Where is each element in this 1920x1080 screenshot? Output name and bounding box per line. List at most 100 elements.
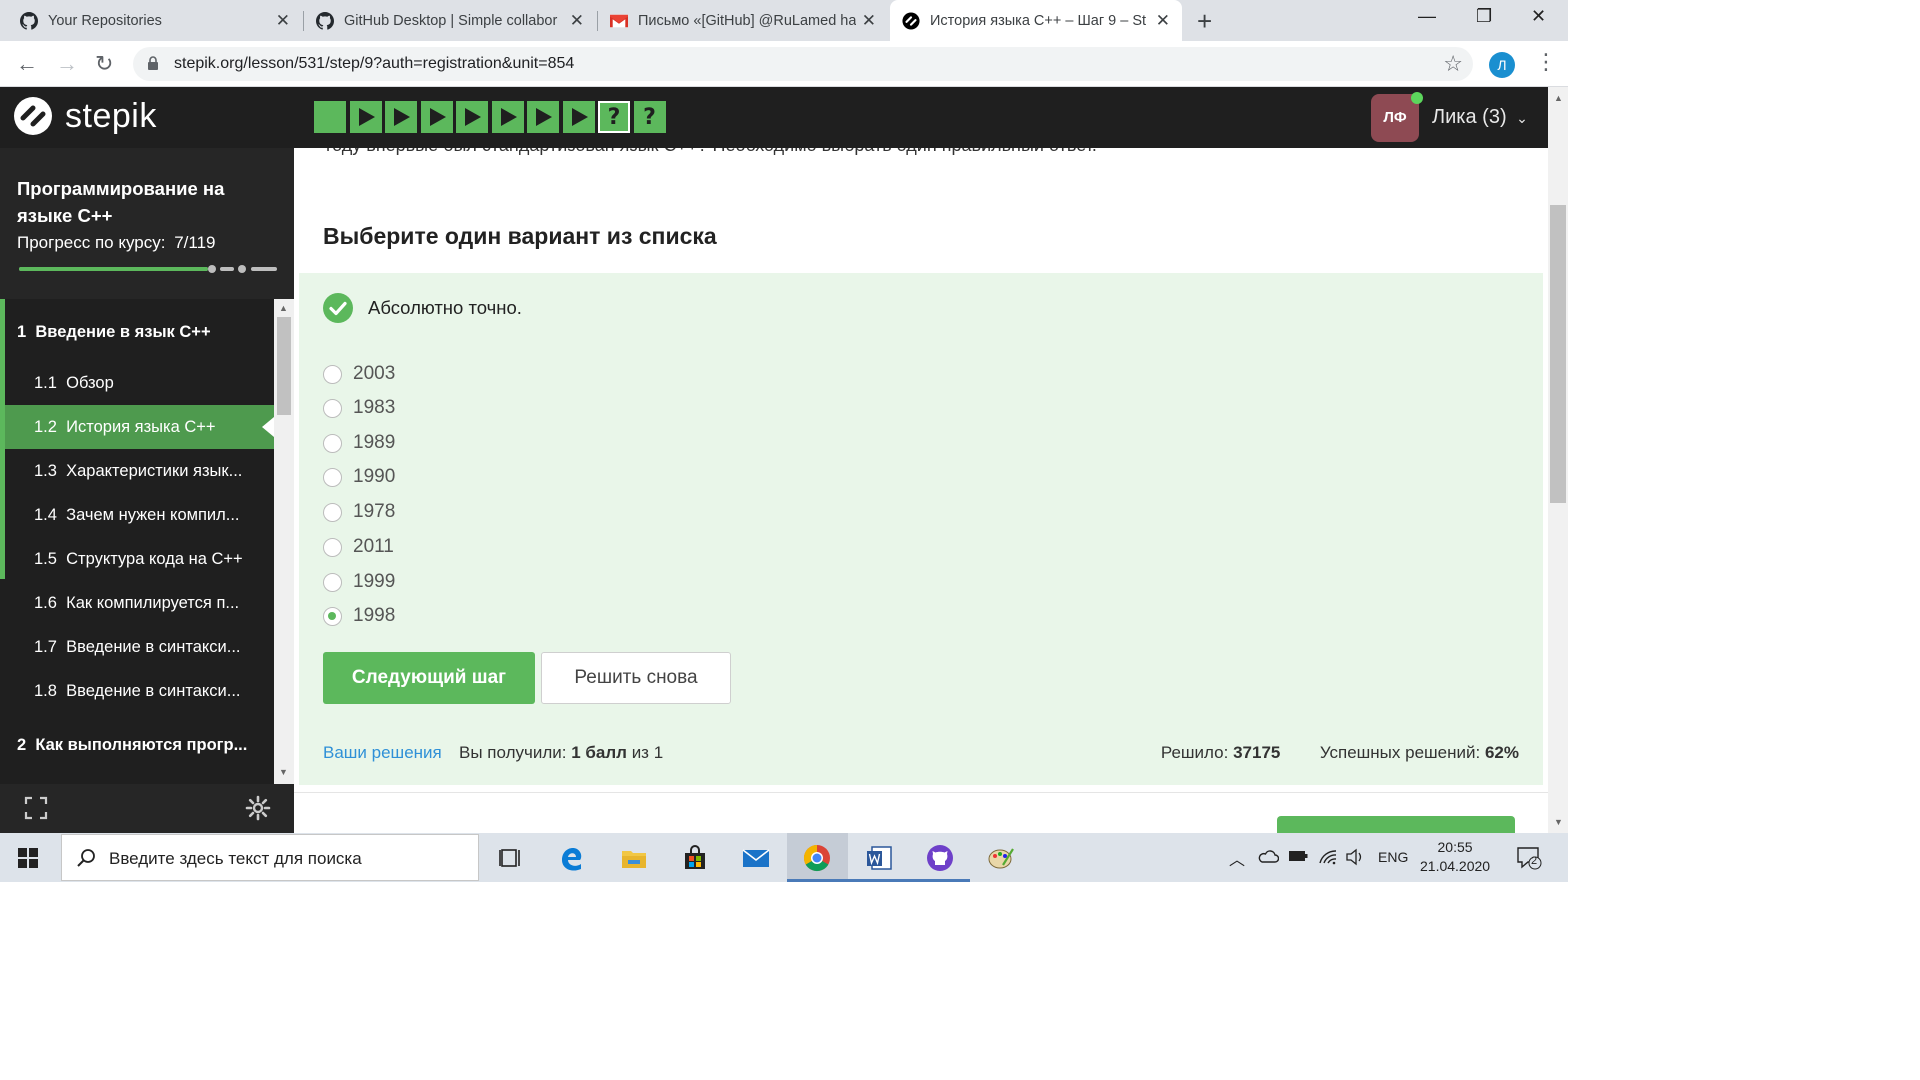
radio-button[interactable] xyxy=(323,433,342,453)
tab-your-repositories[interactable]: Your Repositories ✕ xyxy=(8,0,302,41)
tab-stepik-active[interactable]: История языка C++ – Шаг 9 – St ✕ xyxy=(890,0,1182,41)
option-1983[interactable]: 1983 xyxy=(323,397,395,419)
store-icon[interactable] xyxy=(680,843,710,873)
close-icon[interactable]: ✕ xyxy=(276,11,290,31)
step-2-button[interactable] xyxy=(349,101,382,133)
progress-marker xyxy=(208,265,216,273)
lesson-item-1-4[interactable]: 1.4 Зачем нужен компил... xyxy=(5,493,274,537)
option-1999[interactable]: 1999 xyxy=(323,571,395,593)
lesson-title: История языка C++ xyxy=(66,418,216,436)
taskbar-search[interactable]: Введите здесь текст для поиска xyxy=(61,834,479,881)
windows-start-icon[interactable] xyxy=(18,848,38,868)
scrollbar-thumb[interactable] xyxy=(1550,205,1566,503)
next-step-button[interactable]: Следующий шаг xyxy=(323,652,535,704)
step-3-button[interactable] xyxy=(385,101,417,133)
edge-icon[interactable] xyxy=(557,843,587,873)
back-icon[interactable]: ← xyxy=(16,51,38,77)
scroll-up-icon[interactable]: ▲ xyxy=(279,303,288,313)
reload-icon[interactable]: ↻ xyxy=(95,51,113,77)
course-title[interactable]: Программирование на языке C++ xyxy=(17,175,267,229)
onedrive-icon[interactable] xyxy=(1257,849,1279,863)
tab-gmail-letter[interactable]: Письмо «[GitHub] @RuLamed ha ✕ xyxy=(598,0,888,41)
chevron-up-icon[interactable]: ︿ xyxy=(1229,846,1245,870)
stepik-logo[interactable]: stepik xyxy=(13,96,157,136)
section-item-1[interactable]: 1 Введение в язык C++ xyxy=(5,306,274,358)
option-2011[interactable]: 2011 xyxy=(323,536,394,558)
option-2003[interactable]: 2003 xyxy=(323,363,395,385)
sidebar-scrollbar[interactable]: ▲ ▼ xyxy=(274,299,294,784)
progress-fill xyxy=(19,267,208,271)
scroll-down-icon[interactable]: ▼ xyxy=(1554,817,1563,827)
github-desktop-icon[interactable] xyxy=(925,843,955,873)
radio-button[interactable] xyxy=(323,398,342,418)
user-menu[interactable]: Лика (3) ⌄ xyxy=(1432,106,1528,129)
browser-menu-icon[interactable]: ⋮ xyxy=(1535,49,1557,75)
section-number: 2 xyxy=(17,736,27,754)
lesson-item-1-6[interactable]: 1.6 Как компилируется п... xyxy=(5,581,274,625)
language-indicator[interactable]: ENG xyxy=(1378,849,1408,865)
tab-github-desktop[interactable]: GitHub Desktop | Simple collabor ✕ xyxy=(304,0,596,41)
gear-icon[interactable] xyxy=(245,795,271,821)
option-1989[interactable]: 1989 xyxy=(323,432,395,454)
step-6-button[interactable] xyxy=(491,101,524,133)
option-1998[interactable]: 1998 xyxy=(323,605,395,627)
close-icon[interactable]: ✕ xyxy=(1156,11,1170,31)
step-8-button[interactable] xyxy=(562,101,595,133)
lesson-item-1-3[interactable]: 1.3 Характеристики язык... xyxy=(5,449,274,493)
radio-button[interactable] xyxy=(323,467,342,487)
close-icon[interactable]: ✕ xyxy=(862,11,876,31)
fullscreen-icon[interactable] xyxy=(24,796,48,820)
lesson-item-1-7[interactable]: 1.7 Введение в синтакси... xyxy=(5,625,274,669)
battery-icon[interactable] xyxy=(1288,849,1308,863)
lesson-item-1-1[interactable]: 1.1 Обзор xyxy=(5,361,274,405)
radio-button[interactable] xyxy=(323,537,342,557)
browser-tab-strip: Your Repositories ✕ GitHub Desktop | Sim… xyxy=(0,0,1568,41)
step-5-button[interactable] xyxy=(456,101,488,133)
bookmark-star-icon[interactable]: ☆ xyxy=(1443,51,1463,77)
browser-profile-avatar[interactable]: Л xyxy=(1489,52,1515,78)
minimize-icon[interactable]: — xyxy=(1418,6,1436,27)
forward-icon[interactable]: → xyxy=(56,51,78,77)
wifi-icon[interactable] xyxy=(1318,847,1338,865)
step-7-button[interactable] xyxy=(527,101,559,133)
window-close-icon[interactable]: ✕ xyxy=(1531,6,1546,27)
lesson-item-1-5[interactable]: 1.5 Структура кода на C++ xyxy=(5,537,274,581)
solve-again-button[interactable]: Решить снова xyxy=(541,652,731,704)
play-icon xyxy=(571,108,588,126)
restore-icon[interactable]: ❐ xyxy=(1476,6,1492,27)
step-10-button[interactable]: ? xyxy=(633,101,666,133)
notifications-icon[interactable] xyxy=(1516,846,1542,870)
lesson-item-1-2[interactable]: 1.2 История языка C++ xyxy=(5,405,274,449)
scrollbar-thumb[interactable] xyxy=(277,317,291,415)
radio-button[interactable] xyxy=(323,364,342,384)
chrome-icon[interactable] xyxy=(802,843,832,873)
lesson-item-1-8[interactable]: 1.8 Введение в синтакси... xyxy=(5,669,274,713)
clock[interactable]: 20:55 21.04.2020 xyxy=(1420,838,1490,876)
radio-button[interactable] xyxy=(323,502,342,522)
step-4-button[interactable] xyxy=(420,101,453,133)
option-1990[interactable]: 1990 xyxy=(323,466,395,488)
file-explorer-icon[interactable] xyxy=(619,843,649,873)
section-item-2[interactable]: 2 Как выполняются прогр... xyxy=(5,719,274,771)
task-view-icon[interactable] xyxy=(496,843,526,873)
score-text: Вы получили: 1 балл из 1 xyxy=(459,743,663,763)
option-1978[interactable]: 1978 xyxy=(323,501,395,523)
word-icon[interactable] xyxy=(864,843,894,873)
page-scrollbar[interactable]: ▲ ▼ xyxy=(1548,87,1568,833)
next-lesson-button-partial[interactable] xyxy=(1277,816,1515,833)
close-icon[interactable]: ✕ xyxy=(570,11,584,31)
volume-icon[interactable] xyxy=(1345,848,1365,866)
new-tab-icon[interactable]: + xyxy=(1197,6,1212,37)
step-1-button[interactable] xyxy=(314,101,346,133)
radio-button[interactable] xyxy=(323,572,342,592)
your-solutions-link[interactable]: Ваши решения xyxy=(323,743,442,762)
address-bar[interactable]: stepik.org/lesson/531/step/9?auth=regist… xyxy=(133,47,1473,81)
scroll-up-icon[interactable]: ▲ xyxy=(1554,93,1563,103)
scroll-down-icon[interactable]: ▼ xyxy=(279,767,288,777)
paint-icon[interactable] xyxy=(986,843,1016,873)
browser-toolbar: ← → ↻ stepik.org/lesson/531/step/9?auth=… xyxy=(0,41,1568,87)
mail-icon[interactable] xyxy=(741,843,771,873)
step-9-button[interactable]: ? xyxy=(598,101,630,133)
progress-marker xyxy=(238,265,246,273)
radio-button[interactable] xyxy=(323,606,342,626)
